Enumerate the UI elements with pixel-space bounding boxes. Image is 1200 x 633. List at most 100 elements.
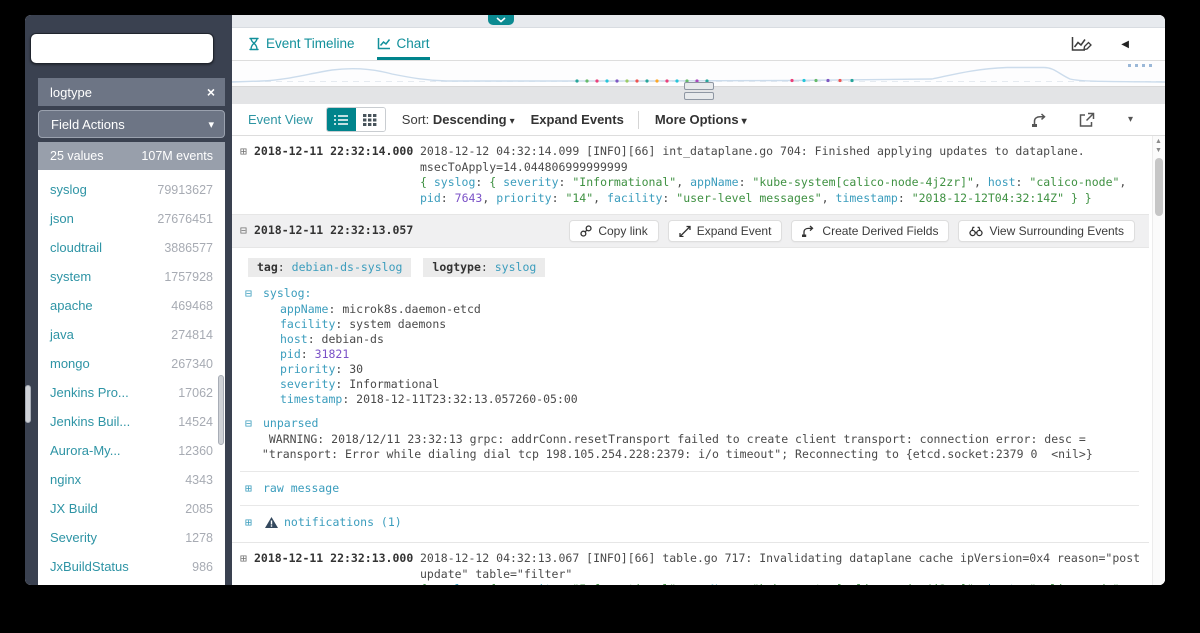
field-value-row[interactable]: cloudtrail 3886577 <box>38 233 225 262</box>
field-value-row[interactable]: Severity 1278 <box>38 523 225 552</box>
create-derived-fields-button[interactable]: Create Derived Fields <box>791 220 950 242</box>
tag-pill[interactable]: logtypesyslog <box>423 258 546 277</box>
field-value-link[interactable]: JxBuildStatus <box>50 559 129 574</box>
collapse-panel-icon[interactable]: ◀ <box>1121 39 1129 50</box>
field-value-row[interactable]: json 27676451 <box>38 204 225 233</box>
expand-event-icon[interactable]: ⊞ <box>240 551 254 567</box>
field-value-link[interactable]: JX Build <box>50 501 98 516</box>
field-value-count: 4343 <box>185 472 213 487</box>
field-value-count: 267340 <box>171 356 213 371</box>
field-value-link[interactable]: Jenkins Pro... <box>50 385 129 400</box>
chevron-down-icon: ▾ <box>208 118 214 131</box>
edit-chart-icon[interactable] <box>1071 36 1093 52</box>
field-value-link[interactable]: java <box>50 327 74 342</box>
event-timestamp: 2018-12-11 22:32:13.000 <box>254 551 414 565</box>
field-value-count: 274814 <box>171 327 213 342</box>
chevron-down-icon: ▾ <box>509 116 515 127</box>
grid-view-button[interactable] <box>355 108 385 131</box>
field-value-row[interactable]: mongo 267340 <box>38 349 225 378</box>
field-value-link[interactable]: json <box>50 211 74 226</box>
event-message: 2018-12-12 04:32:13.067 [INFO][66] table… <box>420 551 1141 585</box>
collapse-section-icon[interactable]: ⊟ <box>245 416 259 431</box>
sidebar-scrollbar-thumb[interactable] <box>218 375 224 445</box>
app-window: logtype × Field Actions ▾ 25 values 107M… <box>25 15 1165 585</box>
view-mode-toggle <box>325 107 386 132</box>
event-action-buttons: Copy link Expand Event Create Derived Fi… <box>569 220 1135 242</box>
section-label[interactable]: notifications (1) <box>284 515 402 530</box>
scroll-up-icon[interactable]: ▲ <box>1155 138 1162 145</box>
field-value-row[interactable]: system 1757928 <box>38 262 225 291</box>
log-event-row[interactable]: ⊞ 2018-12-11 22:32:14.000 2018-12-12 04:… <box>232 136 1149 215</box>
field-value-link[interactable]: mongo <box>50 356 90 371</box>
syslog-section: ⊟ syslog: appName: microk8s.daemon-etcd f… <box>245 286 1139 407</box>
grid-icon <box>363 113 377 126</box>
field-value-link[interactable]: apache <box>50 298 93 313</box>
field-value-row[interactable]: syslog 79913627 <box>38 175 225 204</box>
field-value-row[interactable]: nginx 4343 <box>38 465 225 494</box>
field-name-label: logtype <box>50 84 92 100</box>
collapse-section-icon[interactable]: ⊟ <box>245 286 259 301</box>
section-divider <box>240 471 1139 472</box>
field-value-count: 469468 <box>171 298 213 313</box>
sort-dropdown[interactable]: Sort: Descending ▾ <box>402 112 515 127</box>
derived-fields-icon[interactable] <box>1031 112 1049 127</box>
search-bar-pull-tab[interactable] <box>488 15 514 25</box>
drag-handle[interactable] <box>683 82 714 104</box>
field-value-row[interactable]: JX Build 2085 <box>38 494 225 523</box>
field-actions-label: Field Actions <box>51 116 125 132</box>
search-input[interactable] <box>30 33 214 64</box>
log-event-row[interactable]: ⊞ 2018-12-11 22:32:13.000 2018-12-12 04:… <box>232 543 1149 585</box>
field-actions-button[interactable]: Field Actions ▾ <box>38 110 225 138</box>
field-value-link[interactable]: syslog <box>50 182 87 197</box>
more-options-dropdown[interactable]: More Options ▾ <box>655 112 747 127</box>
view-tabs: Event Timeline Chart ◀ <box>232 28 1165 61</box>
field-value-count: 14524 <box>178 414 213 429</box>
field-value-link[interactable]: system <box>50 269 91 284</box>
scrollbar-thumb[interactable] <box>1155 158 1163 216</box>
log-event-expanded: ⊟ 2018-12-11 22:32:13.057 Copy link Expa… <box>232 215 1149 543</box>
field-value-link[interactable]: Jenkins Buil... <box>50 414 130 429</box>
scroll-down-icon[interactable]: ▼ <box>1155 147 1162 154</box>
share-icon[interactable] <box>1079 112 1095 127</box>
copy-link-button[interactable]: Copy link <box>569 220 659 242</box>
field-value-row[interactable]: apache 469468 <box>38 291 225 320</box>
expand-section-icon[interactable]: ⊞ <box>245 515 259 530</box>
field-value-count: 1278 <box>185 530 213 545</box>
list-view-button[interactable] <box>326 108 356 131</box>
raw-message-section: ⊞ raw message <box>245 481 1139 496</box>
expand-event-button[interactable]: Expand Event <box>667 220 783 242</box>
close-icon[interactable]: × <box>207 85 215 99</box>
expand-events-button[interactable]: Expand Events <box>531 112 624 127</box>
window-scrollbar-thumb[interactable] <box>25 385 31 423</box>
section-label[interactable]: unparsed <box>263 416 318 431</box>
field-values-sidebar: logtype × Field Actions ▾ 25 values 107M… <box>25 15 232 585</box>
field-value-row[interactable]: java 274814 <box>38 320 225 349</box>
field-value-count: 3886577 <box>164 240 213 255</box>
tab-label: Chart <box>396 36 430 51</box>
tab-event-timeline[interactable]: Event Timeline <box>248 28 355 60</box>
chevron-down-icon: ▾ <box>741 116 747 127</box>
field-value-row[interactable]: Jenkins Pro... 17062 <box>38 378 225 407</box>
notifications-section: ⊞ notifications (1) <box>245 515 1139 530</box>
view-surrounding-events-button[interactable]: View Surrounding Events <box>958 220 1135 242</box>
field-value-row[interactable]: Aurora-My... 12360 <box>38 436 225 465</box>
field-value-row[interactable]: JxBuildStatus 986 <box>38 552 225 581</box>
expand-event-icon[interactable]: ⊞ <box>240 144 254 160</box>
tag-pill[interactable]: tagdebian-ds-syslog <box>248 258 412 277</box>
main-panel: Event Timeline Chart ◀ Event View Sort: … <box>232 15 1165 585</box>
section-label[interactable]: raw message <box>263 481 339 496</box>
sort-value: Descending <box>432 112 507 127</box>
field-value-link[interactable]: Severity <box>50 530 97 545</box>
field-value-count: 1757928 <box>164 269 213 284</box>
field-value-link[interactable]: nginx <box>50 472 81 487</box>
expand-section-icon[interactable]: ⊞ <box>245 481 259 496</box>
collapse-event-icon[interactable]: ⊟ <box>240 223 254 239</box>
field-value-count: 2085 <box>185 501 213 516</box>
field-value-link[interactable]: Aurora-My... <box>50 443 121 458</box>
field-value-row[interactable]: Jenkins Buil... 14524 <box>38 407 225 436</box>
chevron-down-icon[interactable]: ▾ <box>1128 114 1133 125</box>
expanded-event-body: tagdebian-ds-syslog logtypesyslog ⊟ sysl… <box>232 248 1149 542</box>
field-value-link[interactable]: cloudtrail <box>50 240 102 255</box>
tab-chart[interactable]: Chart <box>376 28 430 60</box>
section-label[interactable]: syslog: <box>263 286 311 301</box>
